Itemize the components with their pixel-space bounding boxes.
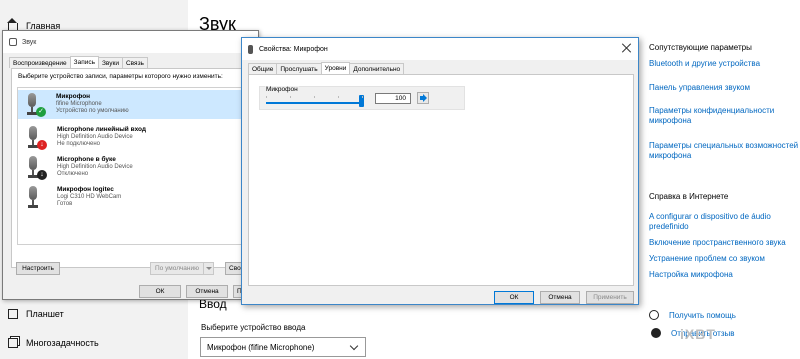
nav-item-multitask[interactable]: Многозадачность xyxy=(8,338,99,348)
microphone-level-group: Микрофон 100 xyxy=(259,86,465,110)
levels-panel: Микрофон 100 xyxy=(248,74,634,286)
input-device-value: Микрофон (fifine Microphone) xyxy=(207,342,315,352)
tab-listen[interactable]: Прослушать xyxy=(276,63,322,74)
recording-device-list[interactable]: ✓ Микрофон fifine Microphone Устройство … xyxy=(17,87,249,245)
slider-tick xyxy=(314,96,315,98)
set-default-label: По умолчанию xyxy=(155,265,199,272)
input-device-select[interactable]: Микрофон (fifine Microphone) xyxy=(200,337,366,357)
configure-button[interactable]: Настроить xyxy=(16,262,60,275)
microphone-level-label: Микрофон xyxy=(265,86,299,93)
device-name: Microphone в буке xyxy=(57,156,116,163)
device-model: High Definition Audio Device xyxy=(57,134,133,140)
multitasking-icon xyxy=(8,338,18,348)
related-settings-heading: Сопутствующие параметры xyxy=(649,43,752,52)
link-troubleshoot-sound[interactable]: Устранение проблем со звуком xyxy=(649,254,799,264)
nav-item-label: Многозадачность xyxy=(26,338,99,348)
list-item[interactable]: ✓ Микрофон fifine Microphone Устройство … xyxy=(18,90,242,119)
slider-tick xyxy=(266,96,267,98)
tab-communications[interactable]: Связь xyxy=(121,57,148,68)
watermark-logo: iXBT xyxy=(680,326,716,342)
list-item[interactable]: Микрофон logitec Logi C310 HD WebCam Гот… xyxy=(19,183,255,212)
chat-icon xyxy=(649,310,659,320)
list-item[interactable]: ↓ Microphone в буке High Definition Audi… xyxy=(19,153,255,182)
level-value-input[interactable]: 100 xyxy=(375,93,411,104)
tab-levels[interactable]: Уровни xyxy=(320,62,351,74)
get-help-label: Получить помощь xyxy=(669,310,736,320)
mute-button[interactable] xyxy=(417,92,429,104)
device-model: High Definition Audio Device xyxy=(57,164,133,170)
link-mic-setup[interactable]: Настройка микрофона xyxy=(649,270,799,280)
online-help-heading: Справка в Интернете xyxy=(649,192,729,201)
list-item[interactable]: ↓ Microphone линейный вход High Definiti… xyxy=(19,123,255,152)
sound-dialog: Звук Воспроизведение Запись Звуки Связь … xyxy=(2,30,259,300)
tablet-icon xyxy=(8,309,18,319)
recording-instruction: Выберите устройство записи, параметры ко… xyxy=(18,73,223,80)
tab-general[interactable]: Общие xyxy=(248,63,278,74)
tab-recording[interactable]: Запись xyxy=(69,56,99,68)
sound-dialog-title: Звук xyxy=(22,38,37,46)
tab-advanced[interactable]: Дополнительно xyxy=(349,63,405,74)
device-model: Logi C310 HD WebCam xyxy=(57,194,122,200)
link-spatial-sound[interactable]: Включение пространственного звука xyxy=(649,238,799,248)
ok-button[interactable]: ОК xyxy=(139,285,181,298)
close-icon[interactable] xyxy=(622,43,632,53)
nav-item-tablet[interactable]: Планшет xyxy=(8,309,64,319)
slider-tick xyxy=(290,96,291,98)
link-sound-control-panel[interactable]: Панель управления звуком xyxy=(649,83,799,93)
set-default-button[interactable]: По умолчанию xyxy=(150,262,214,275)
slider-tick xyxy=(338,96,339,98)
slider-tick xyxy=(362,96,363,98)
device-status: Устройство по умолчанию xyxy=(56,108,129,114)
properties-titlebar[interactable]: Свойства: Микрофон xyxy=(242,38,638,60)
input-device-label: Выберите устройство ввода xyxy=(201,323,306,332)
device-status: Не подключено xyxy=(57,141,100,147)
properties-title: Свойства: Микрофон xyxy=(259,45,328,53)
microphone-icon xyxy=(27,186,39,208)
link-default-audio-device[interactable]: A configurar o dispositivo de áudio pred… xyxy=(649,212,799,232)
device-status: Готов xyxy=(57,201,73,207)
device-model: fifine Microphone xyxy=(56,101,102,107)
unplugged-icon: ↓ xyxy=(37,140,47,150)
sound-dialog-tabs: Воспроизведение Запись Звуки Связь xyxy=(9,56,148,68)
speaker-icon xyxy=(9,38,17,46)
link-bluetooth[interactable]: Bluetooth и другие устройства xyxy=(649,59,799,69)
device-name: Microphone линейный вход xyxy=(57,126,147,133)
cancel-button[interactable]: Отмена xyxy=(186,285,228,298)
ok-button[interactable]: ОК xyxy=(494,291,534,304)
disabled-icon: ↓ xyxy=(37,170,47,180)
link-mic-privacy[interactable]: Параметры конфиденциальности микрофона xyxy=(649,106,799,126)
tab-sounds[interactable]: Звуки xyxy=(98,57,123,68)
device-name: Микрофон logitec xyxy=(57,186,114,193)
device-name: Микрофон xyxy=(56,93,91,100)
feedback-icon xyxy=(651,328,661,338)
chevron-down-icon xyxy=(349,341,359,351)
speaker-icon xyxy=(420,96,424,100)
default-device-check-icon: ✓ xyxy=(36,107,46,117)
link-mic-accessibility[interactable]: Параметры специальных возможностей микро… xyxy=(649,141,799,161)
level-slider-fill xyxy=(266,102,362,104)
sound-dialog-titlebar[interactable]: Звук xyxy=(3,31,258,53)
cancel-button[interactable]: Отмена xyxy=(540,291,580,304)
microphone-icon xyxy=(248,44,253,54)
microphone-properties-dialog: Свойства: Микрофон Общие Прослушать Уров… xyxy=(241,37,639,305)
nav-item-label: Планшет xyxy=(26,309,64,319)
get-help-link[interactable]: Получить помощь xyxy=(649,310,736,320)
apply-button[interactable]: Применить xyxy=(586,291,634,304)
recording-panel: Выберите устройство записи, параметры ко… xyxy=(11,68,255,268)
chevron-down-icon[interactable] xyxy=(203,263,213,274)
properties-tabs: Общие Прослушать Уровни Дополнительно xyxy=(248,62,405,74)
device-status: Отключено xyxy=(57,171,89,177)
tab-playback[interactable]: Воспроизведение xyxy=(9,57,71,68)
